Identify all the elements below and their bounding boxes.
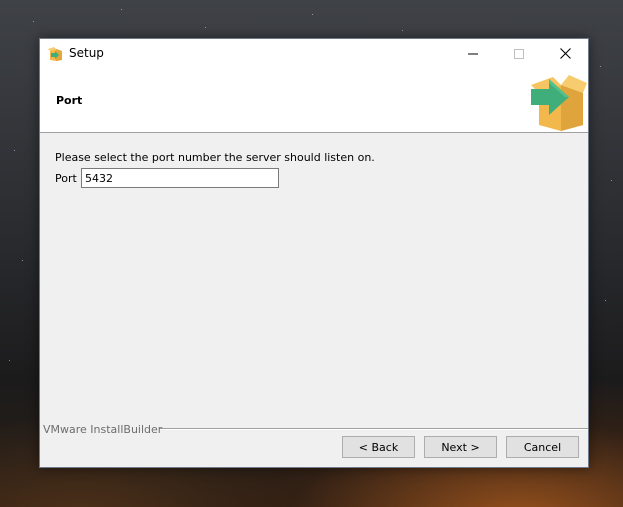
next-button[interactable]: Next > (424, 436, 497, 458)
minimize-button[interactable] (450, 39, 496, 68)
window-title: Setup (69, 46, 104, 60)
maximize-icon (514, 48, 524, 59)
page-header: Port (40, 68, 588, 133)
port-input[interactable] (81, 168, 279, 188)
minimize-icon (468, 53, 478, 54)
port-prompt-text: Please select the port number the server… (55, 151, 375, 164)
installer-brand-label: VMware InstallBuilder (43, 423, 163, 436)
back-button[interactable]: < Back (342, 436, 415, 458)
close-button[interactable] (542, 39, 588, 68)
page-title: Port (56, 94, 83, 107)
installer-box-arrow-icon (529, 73, 587, 131)
footer-divider (160, 428, 588, 430)
close-icon (559, 48, 571, 59)
setup-window: Setup Port Please select the port number… (39, 38, 589, 468)
port-label: Port (55, 172, 77, 185)
installer-box-icon (48, 46, 64, 62)
title-bar[interactable]: Setup (40, 39, 588, 68)
cancel-button[interactable]: Cancel (506, 436, 579, 458)
maximize-button[interactable] (496, 39, 542, 68)
